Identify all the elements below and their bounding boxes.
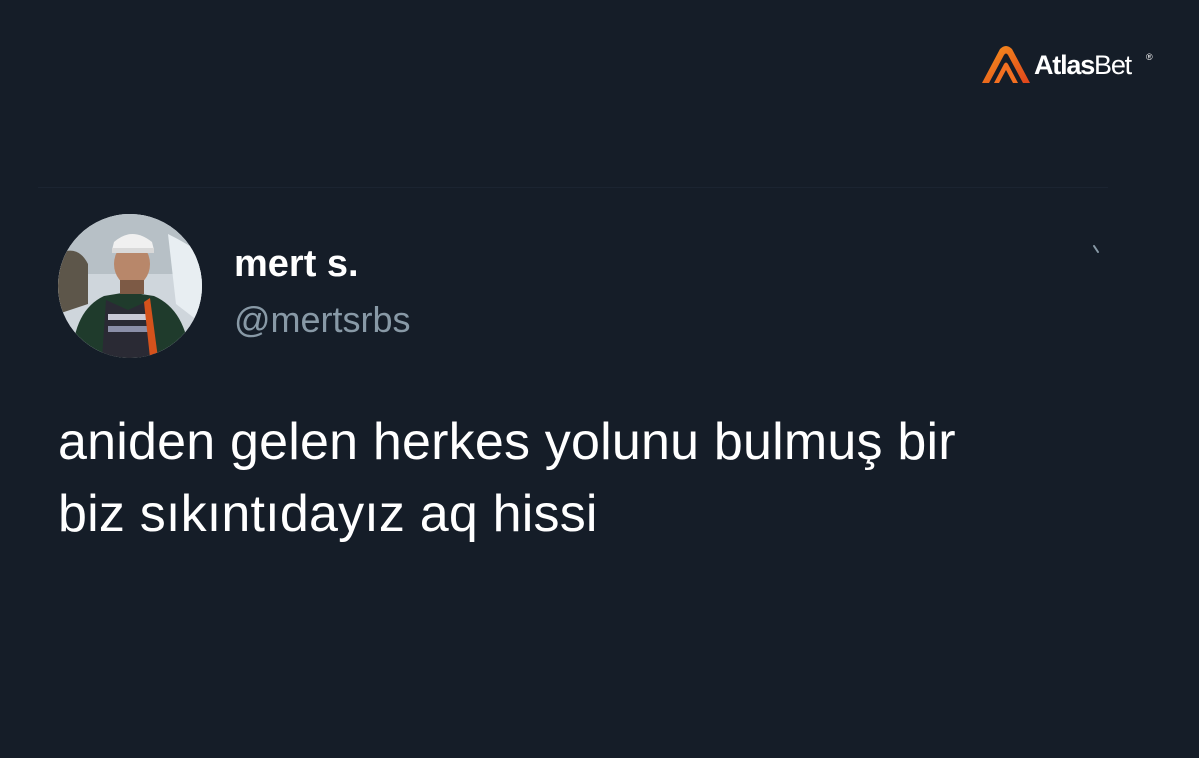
- avatar-photo: [58, 214, 202, 358]
- tweet-text: aniden gelen herkes yolunu bulmuş bir bi…: [58, 406, 1148, 550]
- caret-down-icon[interactable]: [1090, 244, 1104, 260]
- tweet-card: mert s. @mertsrbs aniden gelen herkes yo…: [0, 0, 1199, 758]
- author-handle[interactable]: @mertsrbs: [234, 298, 411, 342]
- tweet-text-line: aniden gelen herkes yolunu bulmuş bir: [58, 413, 956, 471]
- author-display-name[interactable]: mert s.: [234, 242, 359, 286]
- avatar[interactable]: [58, 214, 202, 358]
- tweet-text-line: biz sıkıntıdayız aq hissi: [58, 485, 598, 543]
